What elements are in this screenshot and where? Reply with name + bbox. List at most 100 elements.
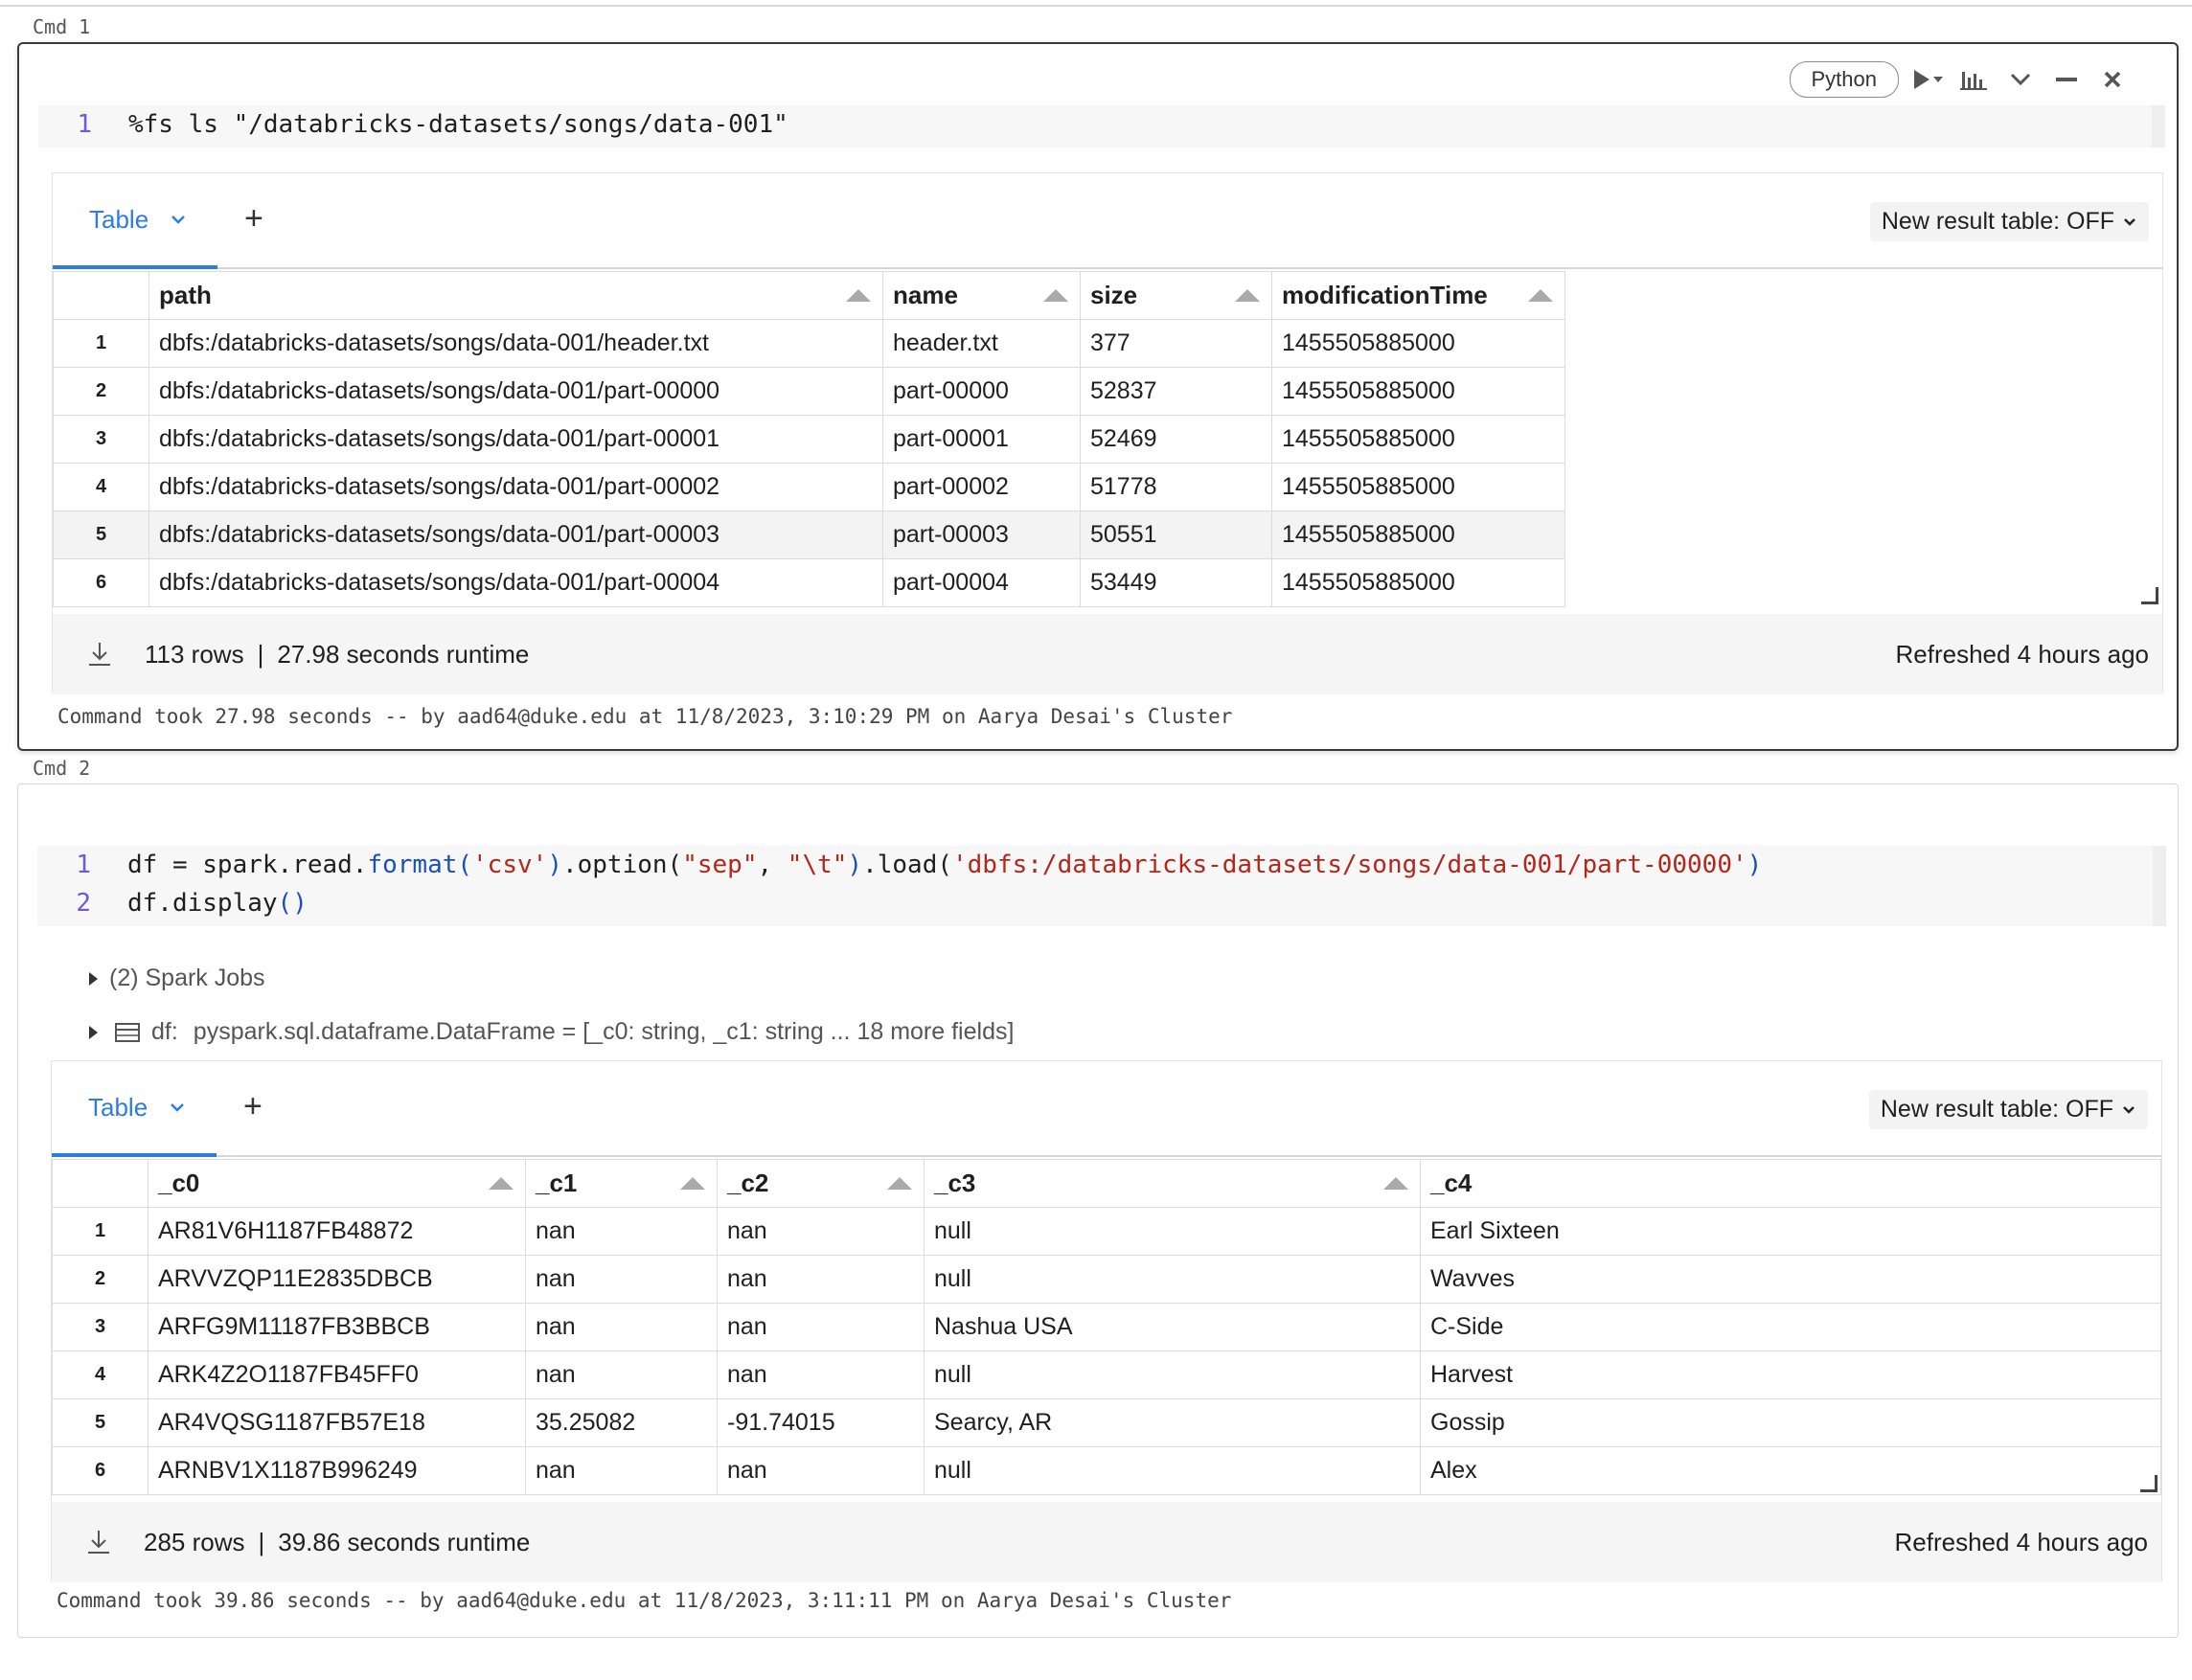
table-cell[interactable]: dbfs:/databricks-datasets/songs/data-001… xyxy=(148,463,883,511)
column-header-c3[interactable]: _c3 xyxy=(924,1159,1421,1208)
table-row[interactable]: 3 ARFG9M11187FB3BBCB nan nan Nashua USA C-Sid… xyxy=(52,1303,2161,1351)
table-cell[interactable]: null xyxy=(924,1351,1421,1399)
table-cell[interactable]: part-00001 xyxy=(882,415,1081,464)
run-cell-icon[interactable] xyxy=(1912,65,1945,94)
table-cell[interactable]: Gossip xyxy=(1420,1398,2161,1447)
column-header-size[interactable]: size xyxy=(1080,271,1272,320)
table-row[interactable]: 1 dbfs:/databricks-datasets/songs/data-00… xyxy=(53,319,1565,368)
code-editor[interactable]: 1 df = spark.read. format('csv') .option("s… xyxy=(37,846,2166,926)
tab-table[interactable]: Table xyxy=(53,173,217,269)
table-cell[interactable]: nan xyxy=(525,1303,718,1351)
column-header-c1[interactable]: _c1 xyxy=(525,1159,718,1208)
download-icon[interactable] xyxy=(87,641,112,668)
table-cell[interactable]: dbfs:/databricks-datasets/songs/data-001… xyxy=(148,319,883,368)
cell-cmd-2[interactable]: 1 df = spark.read. format('csv') .option("s… xyxy=(17,783,2179,1638)
table-cell[interactable]: 377 xyxy=(1080,319,1272,368)
table-cell[interactable]: Earl Sixteen xyxy=(1420,1207,2161,1256)
chevron-down-icon[interactable] xyxy=(170,214,187,225)
table-cell[interactable]: dbfs:/databricks-datasets/songs/data-001… xyxy=(148,511,883,559)
add-visualization-button[interactable]: + xyxy=(244,200,263,238)
new-result-table-toggle[interactable]: New result table: OFF xyxy=(1869,202,2149,241)
table-cell[interactable]: 52469 xyxy=(1080,415,1272,464)
sort-icon[interactable] xyxy=(1383,1177,1408,1190)
table-cell[interactable]: AR4VQSG1187FB57E18 xyxy=(148,1398,526,1447)
minimize-icon[interactable] xyxy=(2050,65,2083,94)
language-selector[interactable]: Python xyxy=(1789,61,1899,98)
code-line[interactable]: 2 df.display() xyxy=(37,884,2153,922)
table-cell[interactable]: ARNBV1X1187B996249 xyxy=(148,1446,526,1495)
table-cell[interactable]: Wavves xyxy=(1420,1255,2161,1304)
table-row[interactable]: 2 ARVVZQP11E2835DBCB nan nan null Wavves xyxy=(52,1255,2161,1304)
download-icon[interactable] xyxy=(86,1529,111,1555)
chevron-down-icon[interactable] xyxy=(169,1101,186,1113)
table-cell[interactable]: nan xyxy=(717,1446,925,1495)
dataframe-schema-toggle[interactable]: df: pyspark.sql.dataframe.DataFrame = [_… xyxy=(89,1018,1014,1046)
table-row[interactable]: 4 dbfs:/databricks-datasets/songs/data-00… xyxy=(53,463,1565,511)
table-cell[interactable]: C-Side xyxy=(1420,1303,2161,1351)
table-row[interactable]: 2 dbfs:/databricks-datasets/songs/data-00… xyxy=(53,367,1565,416)
table-cell[interactable]: dbfs:/databricks-datasets/songs/data-001… xyxy=(148,558,883,607)
spark-jobs-toggle[interactable]: (2) Spark Jobs xyxy=(89,965,265,992)
sort-icon[interactable] xyxy=(846,289,871,302)
table-cell[interactable]: nan xyxy=(525,1255,718,1304)
table-cell[interactable]: ARFG9M11187FB3BBCB xyxy=(148,1303,526,1351)
table-cell[interactable]: ARK4Z2O1187FB45FF0 xyxy=(148,1351,526,1399)
table-cell[interactable]: Nashua USA xyxy=(924,1303,1421,1351)
cell-cmd-1[interactable]: Python 1 %fs ls "/databricks-datasets/son… xyxy=(17,42,2179,751)
table-cell[interactable]: Harvest xyxy=(1420,1351,2161,1399)
column-header-c4[interactable]: _c4 xyxy=(1420,1159,2161,1208)
table-row[interactable]: 6 dbfs:/databricks-datasets/songs/data-00… xyxy=(53,558,1565,607)
table-cell[interactable]: 1455505885000 xyxy=(1271,463,1565,511)
table-row[interactable]: 5 AR4VQSG1187FB57E18 35.25082 -91.74015 Sear… xyxy=(52,1398,2161,1447)
table-cell[interactable]: 53449 xyxy=(1080,558,1272,607)
sort-icon[interactable] xyxy=(680,1177,705,1190)
column-header-c0[interactable]: _c0 xyxy=(148,1159,526,1208)
table-row[interactable]: 5 dbfs:/databricks-datasets/songs/data-00… xyxy=(53,511,1565,559)
table-row[interactable]: 1 AR81V6H1187FB48872 nan nan null Earl Sixtee… xyxy=(52,1207,2161,1256)
table-cell[interactable]: 35.25082 xyxy=(525,1398,718,1447)
sort-icon[interactable] xyxy=(1235,289,1260,302)
table-cell[interactable]: ARVVZQP11E2835DBCB xyxy=(148,1255,526,1304)
table-cell[interactable]: 1455505885000 xyxy=(1271,367,1565,416)
table-cell[interactable]: 50551 xyxy=(1080,511,1272,559)
column-header-path[interactable]: path xyxy=(148,271,883,320)
chart-icon[interactable] xyxy=(1958,65,1991,94)
sort-icon[interactable] xyxy=(1043,289,1068,302)
table-cell[interactable]: null xyxy=(924,1446,1421,1495)
table-row[interactable]: 6 ARNBV1X1187B996249 nan nan null Alex xyxy=(52,1446,2161,1495)
table-cell[interactable]: header.txt xyxy=(882,319,1081,368)
sort-icon[interactable] xyxy=(887,1177,912,1190)
sort-icon[interactable] xyxy=(489,1177,514,1190)
table-cell[interactable]: AR81V6H1187FB48872 xyxy=(148,1207,526,1256)
close-icon[interactable] xyxy=(2096,65,2129,94)
table-cell[interactable]: dbfs:/databricks-datasets/songs/data-001… xyxy=(148,367,883,416)
code-editor[interactable]: 1 %fs ls "/databricks-datasets/songs/data… xyxy=(38,105,2165,148)
table-cell[interactable]: -91.74015 xyxy=(717,1398,925,1447)
table-cell[interactable]: 1455505885000 xyxy=(1271,415,1565,464)
table-cell[interactable]: null xyxy=(924,1207,1421,1256)
code-line[interactable]: 1 %fs ls "/databricks-datasets/songs/data… xyxy=(38,105,2152,144)
table-cell[interactable]: nan xyxy=(525,1351,718,1399)
table-cell[interactable]: nan xyxy=(717,1207,925,1256)
table-row[interactable]: 4 ARK4Z2O1187FB45FF0 nan nan null Harvest xyxy=(52,1351,2161,1399)
table-cell[interactable]: nan xyxy=(717,1255,925,1304)
table-cell[interactable]: Searcy, AR xyxy=(924,1398,1421,1447)
column-header-name[interactable]: name xyxy=(882,271,1081,320)
add-visualization-button[interactable]: + xyxy=(243,1088,263,1125)
table-cell[interactable]: 1455505885000 xyxy=(1271,558,1565,607)
table-cell[interactable]: part-00003 xyxy=(882,511,1081,559)
table-cell[interactable]: 52837 xyxy=(1080,367,1272,416)
resize-handle[interactable] xyxy=(2140,1475,2158,1492)
resize-handle[interactable] xyxy=(2141,587,2158,604)
sort-icon[interactable] xyxy=(1528,289,1553,302)
tab-table[interactable]: Table xyxy=(52,1061,217,1157)
table-cell[interactable]: 51778 xyxy=(1080,463,1272,511)
table-cell[interactable]: nan xyxy=(717,1351,925,1399)
table-cell[interactable]: nan xyxy=(525,1207,718,1256)
chevron-down-icon[interactable] xyxy=(2004,65,2037,94)
table-cell[interactable]: nan xyxy=(525,1446,718,1495)
table-cell[interactable]: 1455505885000 xyxy=(1271,319,1565,368)
table-cell[interactable]: null xyxy=(924,1255,1421,1304)
column-header-modificationtime[interactable]: modificationTime xyxy=(1271,271,1565,320)
table-cell[interactable]: Alex xyxy=(1420,1446,2161,1495)
